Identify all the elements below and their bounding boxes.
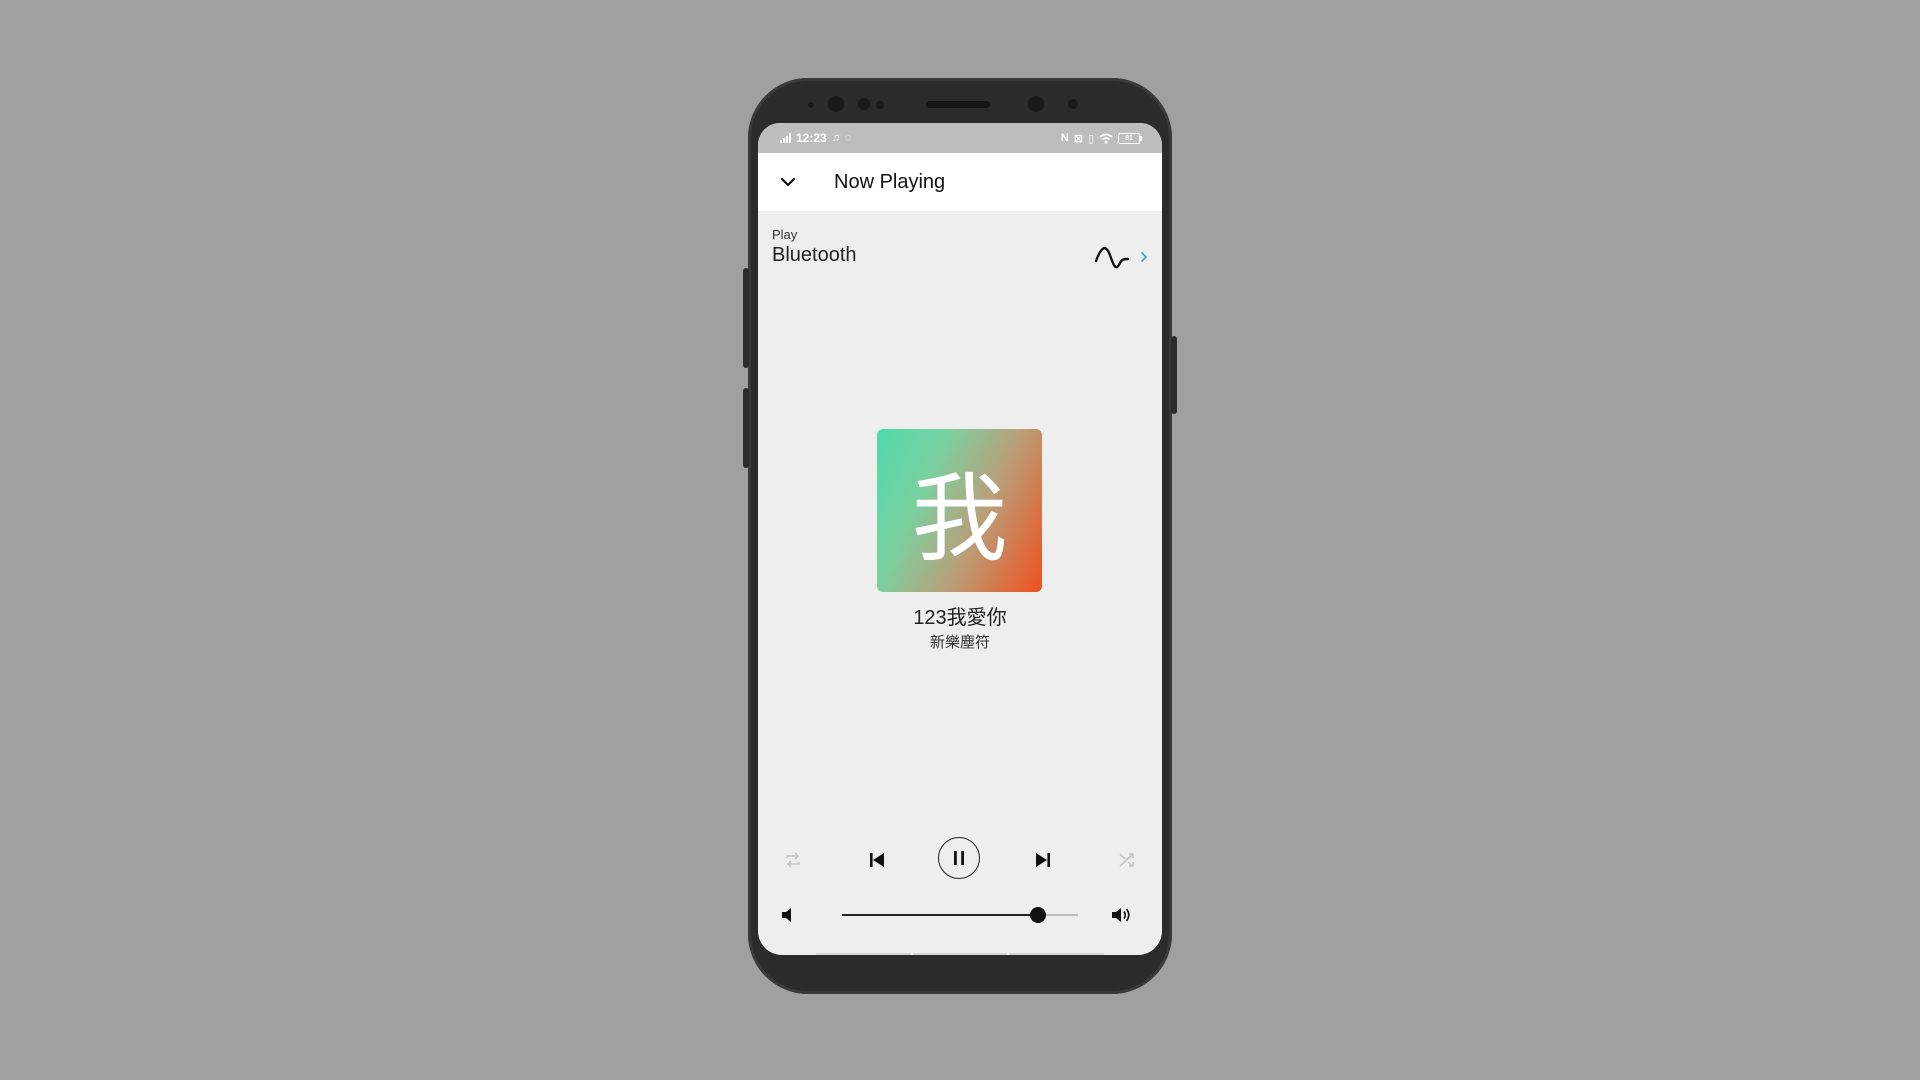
source-kicker: Play bbox=[772, 227, 798, 242]
volume-slider-fill bbox=[842, 914, 1038, 916]
front-camera bbox=[1028, 96, 1044, 112]
source-name: Bluetooth bbox=[772, 244, 857, 266]
transport-controls bbox=[758, 837, 1162, 883]
status-time: 12:23 bbox=[796, 131, 827, 145]
waveform-icon bbox=[1094, 247, 1130, 269]
track-artist: 新樂塵符 bbox=[929, 634, 990, 651]
whatsapp-icon: ◌ bbox=[844, 132, 852, 144]
battery-icon: 81 bbox=[1118, 132, 1142, 144]
volume-control bbox=[758, 895, 1162, 935]
stage: 12:23 ♫ ◌ N ⊠ ▯ 81 Now Playing Play Blue… bbox=[0, 0, 1920, 1080]
front-camera bbox=[828, 96, 844, 112]
pause-icon bbox=[954, 851, 964, 865]
vibrate-icon: ▯ bbox=[1087, 132, 1094, 145]
front-sensor bbox=[858, 98, 870, 110]
app-bar: Now Playing bbox=[758, 153, 1162, 211]
collapse-button[interactable] bbox=[774, 168, 802, 196]
volume-high-icon bbox=[1112, 908, 1130, 922]
volume-max-button[interactable] bbox=[1110, 905, 1134, 925]
side-button-volume-down bbox=[743, 388, 749, 468]
album-art-glyph: 我 bbox=[911, 463, 1008, 575]
chevron-right-icon bbox=[1141, 252, 1148, 262]
nfc-icon: N bbox=[1060, 132, 1069, 144]
status-bar: 12:23 ♫ ◌ N ⊠ ▯ 81 bbox=[758, 123, 1162, 153]
status-right: N ⊠ ▯ 81 bbox=[1060, 132, 1142, 145]
repeat-button[interactable] bbox=[778, 845, 808, 875]
status-left: 12:23 ♫ ◌ bbox=[780, 131, 852, 145]
earpiece-speaker bbox=[926, 101, 990, 108]
music-note-icon: ♫ bbox=[831, 132, 840, 144]
front-sensor bbox=[876, 101, 884, 109]
signal-icon bbox=[780, 133, 791, 143]
volume-slider-thumb[interactable] bbox=[1030, 907, 1046, 923]
shuffle-icon bbox=[1119, 853, 1134, 867]
skip-previous-icon bbox=[870, 853, 884, 867]
mute-icon: ⊠ bbox=[1073, 132, 1083, 145]
side-button-power bbox=[1171, 336, 1177, 414]
pause-button[interactable] bbox=[938, 837, 980, 879]
front-sensor bbox=[808, 102, 814, 108]
playback-source[interactable]: Play Bluetooth bbox=[772, 227, 1148, 287]
shuffle-button[interactable] bbox=[1112, 845, 1142, 875]
skip-next-icon bbox=[1036, 853, 1050, 867]
volume-slider[interactable] bbox=[842, 907, 1078, 923]
source-select-button[interactable] bbox=[1094, 241, 1148, 273]
side-button-volume-up bbox=[743, 268, 749, 368]
track-title: 123我愛你 bbox=[913, 607, 1007, 629]
chevron-down-icon bbox=[780, 177, 796, 187]
wifi-icon bbox=[1099, 133, 1113, 143]
home-indicator bbox=[816, 953, 1105, 955]
battery-level: 81 bbox=[1125, 134, 1133, 142]
previous-button[interactable] bbox=[862, 845, 892, 875]
album-art: 我 bbox=[877, 429, 1042, 592]
mute-button[interactable] bbox=[778, 905, 798, 925]
front-sensor bbox=[1068, 99, 1078, 109]
page-title: Now Playing bbox=[834, 170, 946, 193]
next-button[interactable] bbox=[1028, 845, 1058, 875]
screen: 12:23 ♫ ◌ N ⊠ ▯ 81 Now Playing Play Blue… bbox=[758, 123, 1162, 955]
phone-frame: 12:23 ♫ ◌ N ⊠ ▯ 81 Now Playing Play Blue… bbox=[743, 78, 1177, 994]
volume-low-icon bbox=[782, 908, 791, 922]
repeat-icon bbox=[786, 852, 800, 868]
